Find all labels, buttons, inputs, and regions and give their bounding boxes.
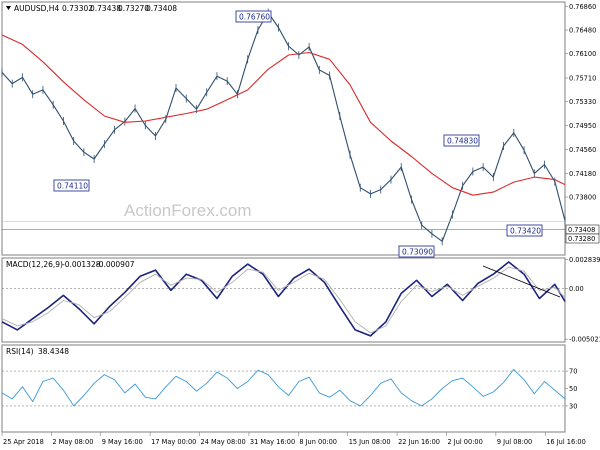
macd-main-value: -0.001328 bbox=[62, 260, 101, 269]
open-value: 0.73302 bbox=[62, 4, 93, 13]
y-tick-label-1-1: 0.00 bbox=[569, 285, 584, 293]
x-tick-label-10: 9 Jul 08:00 bbox=[497, 438, 532, 446]
watermark: ActionForex.com bbox=[124, 201, 252, 220]
forex-chart-stage: ActionForex.com AUDUSD,H4 0.73302 0.7343… bbox=[0, 0, 600, 450]
x-tick-label-1: 2 May 08:00 bbox=[52, 438, 93, 446]
y-tick-label-0-6: 0.74560 bbox=[569, 146, 596, 154]
y-tick-label-2-2: 30 bbox=[569, 402, 577, 410]
x-tick-label-4: 24 May 08:00 bbox=[201, 438, 246, 446]
y-tick-label-0-8: 0.73800 bbox=[569, 194, 596, 202]
x-tick-label-5: 31 May 16:00 bbox=[250, 438, 295, 446]
annotation-high-2: 0.74830 bbox=[443, 134, 480, 147]
annotation-text-low-1: 0.74110 bbox=[57, 182, 88, 191]
annotation-text-low-3: 0.73090 bbox=[402, 248, 433, 257]
x-tick-label-8: 22 Jun 16:00 bbox=[398, 438, 440, 446]
y-tick-label-0-0: 0.76860 bbox=[569, 3, 596, 11]
low-value: 0.73270 bbox=[118, 4, 149, 13]
price-header: AUDUSD,H4 0.73302 0.73438 0.73270 0.7340… bbox=[6, 4, 177, 13]
close-value: 0.73408 bbox=[146, 4, 177, 13]
x-tick-label-0: 25 Apr 2018 bbox=[3, 438, 44, 446]
x-tick-label-2: 9 May 16:00 bbox=[102, 438, 143, 446]
current-price-label-1: 0.73408 bbox=[568, 226, 595, 234]
annotation-low-2: 0.73420 bbox=[506, 224, 543, 237]
annotation-low-3: 0.73090 bbox=[398, 245, 435, 258]
x-tick-label-3: 17 May 00:00 bbox=[151, 438, 196, 446]
price-y-axis: 0.76860 0.76480 0.76100 0.75710 0.75330 0.749… bbox=[565, 3, 596, 202]
x-tick-label-9: 2 Jul 00:00 bbox=[447, 438, 482, 446]
macd-label: MACD(12,26,9) bbox=[6, 260, 63, 269]
annotation-high-1: 0.76760 bbox=[235, 10, 272, 23]
y-tick-label-2-1: 50 bbox=[569, 385, 577, 393]
annotation-low-1: 0.74110 bbox=[53, 179, 90, 192]
rsi-header: RSI(14) 38.4348 bbox=[6, 347, 69, 356]
rsi-value: 38.4348 bbox=[38, 347, 69, 356]
x-tick-label-11: 16 Jul 16:00 bbox=[546, 438, 586, 446]
current-price-label-2: 0.73280 bbox=[568, 235, 595, 243]
x-tick-label-7: 15 Jun 08:00 bbox=[349, 438, 391, 446]
y-tick-label-1-2: -0.005021 bbox=[569, 336, 600, 344]
high-value: 0.73438 bbox=[90, 4, 121, 13]
y-tick-label-2-0: 70 bbox=[569, 368, 577, 376]
y-tick-label-0-3: 0.75710 bbox=[569, 75, 596, 83]
y-tick-label-0-5: 0.74950 bbox=[569, 122, 596, 130]
current-price-badges: 0.73408 0.73280 bbox=[565, 224, 600, 244]
annotation-text-high-1: 0.76760 bbox=[239, 13, 270, 22]
annotation-text-low-2: 0.73420 bbox=[510, 227, 541, 236]
y-tick-label-0-4: 0.75330 bbox=[569, 98, 596, 106]
y-tick-label-0-1: 0.76480 bbox=[569, 27, 596, 35]
rsi-label: RSI(14) bbox=[6, 347, 34, 356]
y-tick-label-0-7: 0.74180 bbox=[569, 170, 596, 178]
macd-signal-value: -0.000907 bbox=[96, 260, 135, 269]
macd-header: MACD(12,26,9) -0.001328 -0.000907 bbox=[6, 260, 135, 269]
y-tick-label-1-0: 0.002839 bbox=[569, 256, 600, 264]
x-tick-label-6: 8 Jun 00:00 bbox=[299, 438, 337, 446]
annotation-text-high-2: 0.74830 bbox=[447, 137, 478, 146]
symbol-label: AUDUSD,H4 bbox=[14, 4, 59, 13]
y-tick-label-0-2: 0.76100 bbox=[569, 50, 596, 58]
